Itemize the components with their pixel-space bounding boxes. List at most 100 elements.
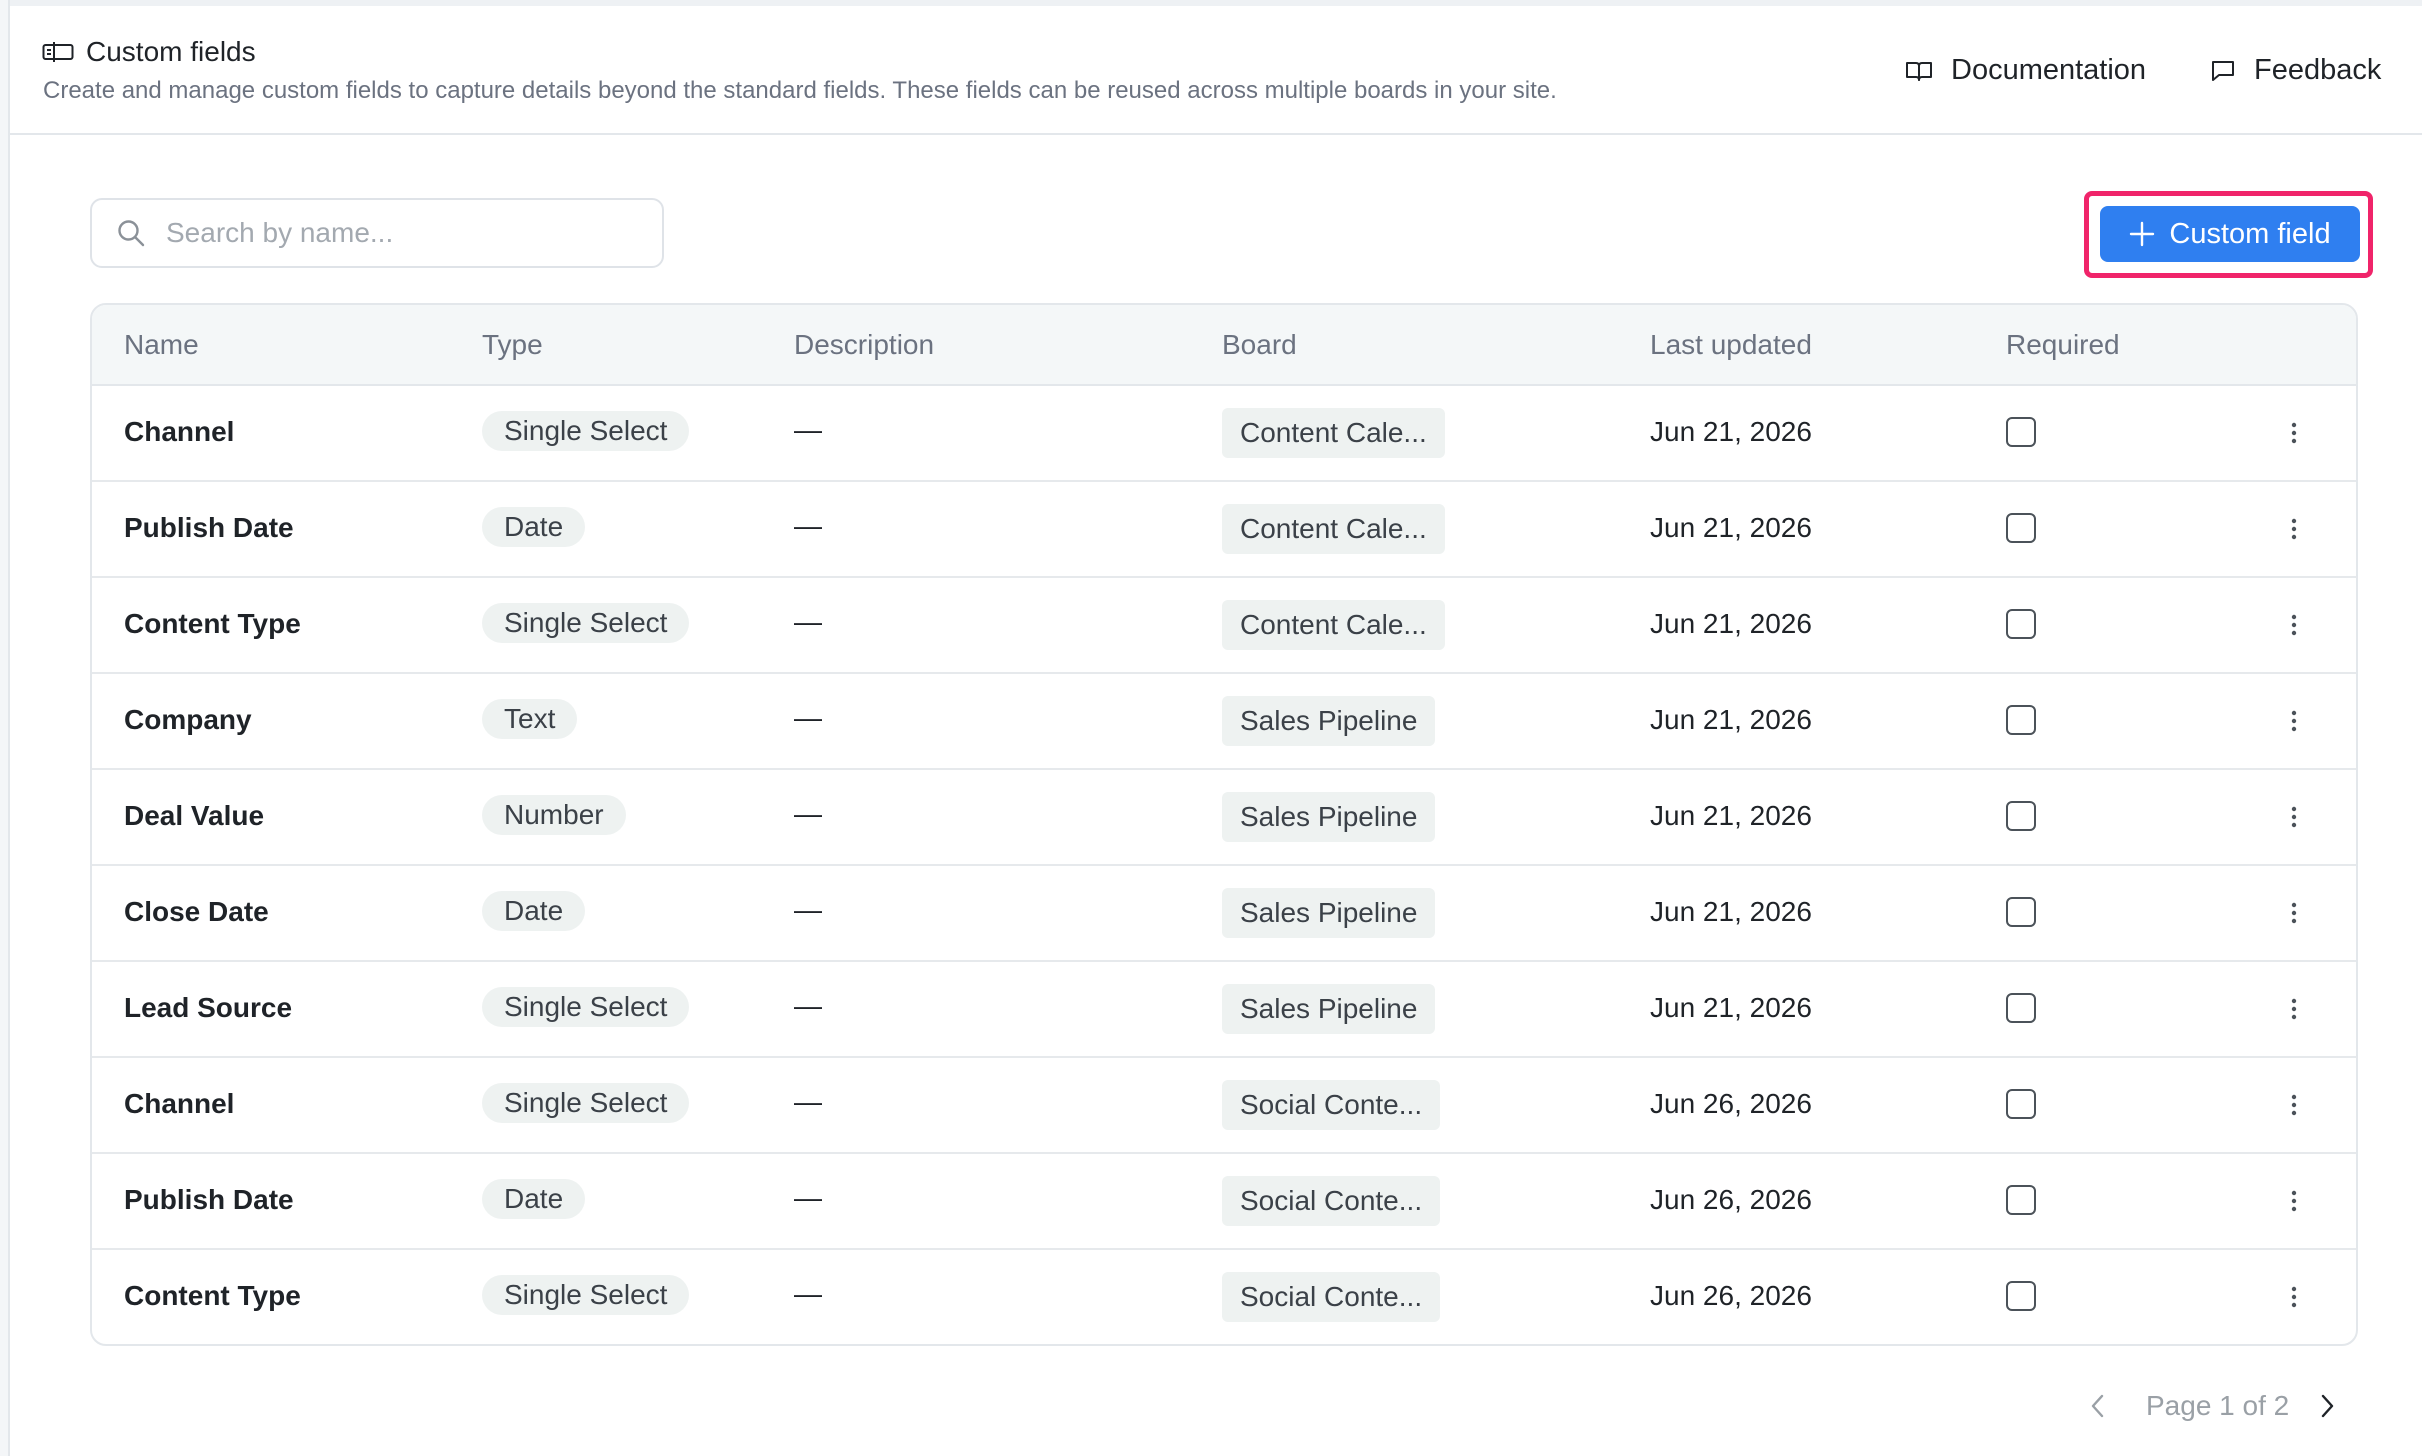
search-box[interactable] — [90, 198, 664, 268]
last-updated-date: Jun 21, 2026 — [1650, 896, 1812, 927]
table-row[interactable]: Content Type Single Select — Social Conte..… — [92, 1250, 2356, 1344]
table-row[interactable]: Channel Single Select — Social Conte... Jun … — [92, 1058, 2356, 1154]
board-badge[interactable]: Sales Pipeline — [1222, 696, 1436, 746]
field-description: — — [794, 414, 822, 445]
required-checkbox[interactable] — [2006, 897, 2036, 927]
row-actions-button[interactable] — [2282, 509, 2306, 549]
required-checkbox[interactable] — [2006, 609, 2036, 639]
last-updated-date: Jun 21, 2026 — [1650, 608, 1812, 639]
last-updated-date: Jun 21, 2026 — [1650, 800, 1812, 831]
more-vertical-icon — [2291, 710, 2297, 732]
required-checkbox[interactable] — [2006, 1185, 2036, 1215]
row-actions-button[interactable] — [2282, 1277, 2306, 1317]
required-checkbox[interactable] — [2006, 1089, 2036, 1119]
pagination: Page 1 of 2 — [2078, 1386, 2347, 1426]
field-type-badge: Single Select — [482, 1275, 690, 1315]
row-actions-button[interactable] — [2282, 989, 2306, 1029]
column-header-board[interactable]: Board — [1222, 329, 1297, 361]
table-row[interactable]: Company Text — Sales Pipeline Jun 21, 2026 — [92, 674, 2356, 770]
field-name: Deal Value — [124, 800, 265, 831]
field-description: — — [794, 894, 822, 925]
search-icon — [118, 220, 145, 247]
table-row[interactable]: Close Date Date — Sales Pipeline Jun 21, 202… — [92, 866, 2356, 962]
table-row[interactable]: Content Type Single Select — Content Cale..… — [92, 578, 2356, 674]
field-type-badge: Single Select — [482, 411, 690, 451]
board-badge[interactable]: Sales Pipeline — [1222, 984, 1436, 1034]
page-subtitle: Create and manage custom fields to captu… — [43, 77, 1557, 104]
table-row[interactable]: Deal Value Number — Sales Pipeline Jun 21, 2… — [92, 770, 2356, 866]
board-badge[interactable]: Social Conte... — [1222, 1272, 1441, 1322]
table-row[interactable]: Publish Date Date — Content Cale... Jun 21, … — [92, 482, 2356, 578]
required-checkbox[interactable] — [2006, 513, 2036, 543]
field-description: — — [794, 702, 822, 733]
plus-icon — [2130, 221, 2155, 247]
column-header-name[interactable]: Name — [124, 329, 199, 361]
required-checkbox[interactable] — [2006, 417, 2036, 447]
field-type-badge: Text — [482, 699, 578, 739]
column-header-description[interactable]: Description — [794, 329, 934, 361]
next-page-button[interactable] — [2307, 1386, 2347, 1426]
required-checkbox[interactable] — [2006, 801, 2036, 831]
last-updated-date: Jun 21, 2026 — [1650, 416, 1812, 447]
field-name: Company — [124, 704, 252, 735]
table-row[interactable]: Publish Date Date — Social Conte... Jun 26, … — [92, 1154, 2356, 1250]
field-name: Channel — [124, 1088, 235, 1119]
table-row[interactable]: Lead Source Single Select — Sales Pipeline J… — [92, 962, 2356, 1058]
more-vertical-icon — [2291, 806, 2297, 828]
column-header-last-updated[interactable]: Last updated — [1650, 329, 1812, 361]
more-vertical-icon — [2291, 518, 2297, 540]
row-actions-button[interactable] — [2282, 605, 2306, 645]
search-input[interactable] — [164, 216, 628, 250]
last-updated-date: Jun 21, 2026 — [1650, 704, 1812, 735]
page-header: Custom fields Create and manage custom f… — [10, 6, 2422, 135]
required-checkbox[interactable] — [2006, 705, 2036, 735]
field-type-badge: Date — [482, 891, 586, 931]
field-name: Publish Date — [124, 1184, 294, 1215]
board-badge[interactable]: Social Conte... — [1222, 1080, 1441, 1130]
row-actions-button[interactable] — [2282, 1085, 2306, 1125]
field-description: — — [794, 990, 822, 1021]
chevron-right-icon — [2322, 1394, 2334, 1418]
field-name: Channel — [124, 416, 235, 447]
field-name: Publish Date — [124, 512, 294, 543]
field-type-badge: Date — [482, 1179, 586, 1219]
field-description: — — [794, 1278, 822, 1309]
field-description: — — [794, 510, 822, 541]
add-custom-field-button[interactable]: Custom field — [2100, 206, 2360, 262]
board-badge[interactable]: Content Cale... — [1222, 600, 1445, 650]
feedback-label: Feedback — [2254, 54, 2382, 86]
book-icon — [1906, 61, 1932, 81]
last-updated-date: Jun 26, 2026 — [1650, 1088, 1812, 1119]
table-row[interactable]: Channel Single Select — Content Cale... Jun … — [92, 386, 2356, 482]
field-name: Content Type — [124, 1280, 301, 1311]
field-type-badge: Date — [482, 507, 586, 547]
row-actions-button[interactable] — [2282, 413, 2306, 453]
documentation-link[interactable]: Documentation — [1905, 54, 2146, 87]
chevron-left-icon — [2091, 1394, 2104, 1418]
custom-fields-icon — [42, 42, 74, 62]
more-vertical-icon — [2291, 998, 2297, 1020]
required-checkbox[interactable] — [2006, 993, 2036, 1023]
required-checkbox[interactable] — [2006, 1281, 2036, 1311]
column-header-required[interactable]: Required — [2006, 329, 2120, 361]
field-type-badge: Single Select — [482, 1083, 690, 1123]
field-name: Lead Source — [124, 992, 293, 1023]
column-header-type[interactable]: Type — [482, 329, 543, 361]
board-badge[interactable]: Content Cale... — [1222, 504, 1445, 554]
field-type-badge: Single Select — [482, 987, 690, 1027]
board-badge[interactable]: Content Cale... — [1222, 408, 1445, 458]
previous-page-button[interactable] — [2078, 1386, 2118, 1426]
row-actions-button[interactable] — [2282, 893, 2306, 933]
row-actions-button[interactable] — [2282, 701, 2306, 741]
row-actions-button[interactable] — [2282, 797, 2306, 837]
board-badge[interactable]: Social Conte... — [1222, 1176, 1441, 1226]
board-badge[interactable]: Sales Pipeline — [1222, 792, 1436, 842]
add-button-label: Custom field — [2169, 217, 2331, 250]
documentation-label: Documentation — [1951, 54, 2147, 86]
feedback-link[interactable]: Feedback — [2210, 54, 2381, 87]
field-description: — — [794, 798, 822, 829]
board-badge[interactable]: Sales Pipeline — [1222, 888, 1436, 938]
more-vertical-icon — [2291, 422, 2297, 444]
last-updated-date: Jun 26, 2026 — [1650, 1280, 1812, 1311]
row-actions-button[interactable] — [2282, 1181, 2306, 1221]
